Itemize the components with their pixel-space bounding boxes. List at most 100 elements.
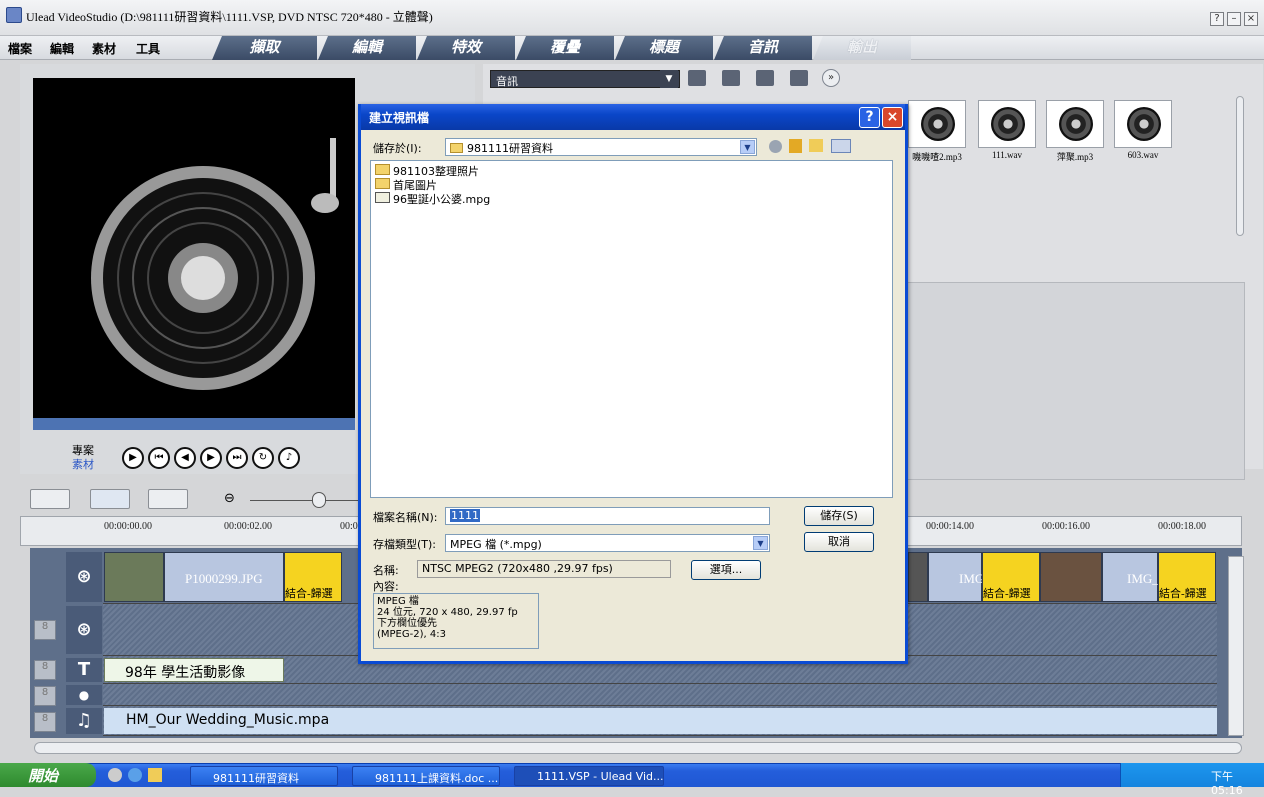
transition-clip[interactable]: 結合-歸選 (284, 552, 342, 602)
options-panel (905, 282, 1245, 480)
music-clip[interactable]: HM_Our Wedding_Music.mpa (104, 708, 1217, 734)
video-thumbnail[interactable] (104, 552, 164, 602)
cancel-button[interactable]: 取消 (804, 532, 874, 552)
storyboard-view-icon[interactable] (30, 489, 70, 509)
close-icon[interactable]: × (882, 107, 903, 128)
library-thumb-1[interactable] (908, 100, 966, 148)
timeline-view-icon[interactable] (90, 489, 130, 509)
expand-icon[interactable]: » (822, 69, 840, 87)
volume-icon[interactable]: ♪ (278, 447, 300, 469)
list-view-icon[interactable] (756, 70, 774, 86)
start-button[interactable]: 開始 (0, 763, 96, 787)
taskbar-item-doc[interactable]: 981111上課資料.doc ... (352, 766, 500, 786)
language-bar[interactable] (890, 768, 1000, 782)
new-folder-icon[interactable] (809, 139, 823, 152)
video-clip[interactable]: IMG_ (1102, 552, 1159, 602)
voice-track[interactable] (103, 684, 1217, 706)
chevron-down-icon[interactable]: ▼ (753, 536, 768, 550)
library-thumb-2[interactable] (978, 100, 1036, 148)
up-folder-icon[interactable] (789, 139, 802, 153)
home-icon[interactable]: ⏮ (148, 447, 170, 469)
quicklaunch-icon[interactable] (108, 768, 122, 782)
lock-icon[interactable]: 8 (34, 686, 56, 706)
save-in-label: 儲存於(I): (373, 142, 422, 155)
timeline-vscroll[interactable] (1228, 556, 1244, 736)
transition-clip[interactable]: 結合-歸選 (982, 552, 1040, 602)
transition-clip[interactable]: 結合-歸選 (1158, 552, 1216, 602)
menu-file[interactable]: 檔案 (8, 40, 32, 57)
menu-tools[interactable]: 工具 (136, 40, 160, 57)
menu-clip[interactable]: 素材 (92, 40, 116, 57)
filename-input[interactable]: 1111 (445, 507, 770, 525)
help-icon[interactable]: ? (859, 107, 880, 128)
import-icon[interactable] (722, 70, 740, 86)
video-thumbnail[interactable] (908, 552, 928, 602)
tab-effect[interactable]: 特效 (417, 36, 515, 60)
browser-icon[interactable] (128, 768, 142, 782)
tab-audio[interactable]: 音訊 (714, 36, 812, 60)
preview-window (33, 78, 355, 418)
play-icon[interactable]: ▶ (122, 447, 144, 469)
audio-view-icon[interactable] (148, 489, 188, 509)
content-box: MPEG 檔 24 位元, 720 x 480, 29.97 fp 下方欄位優先… (373, 593, 539, 649)
list-item[interactable]: 96聖誕小公婆.mpg (375, 191, 490, 207)
zoom-slider-handle[interactable] (312, 492, 326, 508)
tab-capture[interactable]: 擷取 (212, 36, 317, 60)
title-clip[interactable]: 98年 學生活動影像 (104, 658, 284, 682)
file-list[interactable]: 981103整理照片 首尾圖片 96聖誕小公婆.mpg (370, 160, 893, 498)
content-line: MPEG 檔 (377, 596, 419, 607)
timeline-hscroll[interactable] (34, 742, 1242, 754)
video-track-icon: ⊛ (66, 552, 102, 602)
tab-title[interactable]: 標題 (615, 36, 713, 60)
menu-edit[interactable]: 編輯 (50, 40, 74, 57)
library-thumb-3[interactable] (1046, 100, 1104, 148)
save-video-dialog: 建立視訊檔 ? × 儲存於(I): 981111研習資料 ▼ 981103整理照… (358, 104, 908, 664)
library-category-select[interactable]: 音訊 (490, 70, 680, 88)
audio-speaker-icon (91, 138, 339, 390)
previous-frame-icon[interactable]: ◀ (174, 447, 196, 469)
chevron-down-icon[interactable]: ▼ (740, 140, 755, 154)
save-button[interactable]: 儲存(S) (804, 506, 874, 526)
tab-edit[interactable]: 編輯 (318, 36, 416, 60)
clock[interactable]: 下午 05:16 (1211, 770, 1243, 797)
preview-scrubber[interactable] (33, 418, 355, 430)
filename-label: 檔案名稱(N): (373, 511, 438, 524)
back-icon[interactable] (769, 140, 782, 153)
content-line: 下方欄位優先 (377, 618, 437, 629)
folder-icon[interactable] (688, 70, 706, 86)
save-in-select[interactable]: 981111研習資料 ▼ (445, 138, 757, 156)
music-track-icon: ♫ (66, 708, 102, 734)
library-label-4: 603.wav (1127, 150, 1159, 160)
options-icon[interactable] (790, 70, 808, 86)
chevron-down-icon[interactable]: ▼ (660, 70, 678, 88)
video-clip[interactable]: IMG_ (928, 552, 991, 602)
taskbar-item-folder[interactable]: 981111研習資料 (190, 766, 338, 786)
video-thumbnail[interactable] (1040, 552, 1102, 602)
repeat-icon[interactable]: ↻ (252, 447, 274, 469)
ruler-tick: 00:00:00.00 (104, 521, 153, 532)
title-track-icon: T (66, 658, 102, 682)
clip-mode-label[interactable]: 素材 (72, 456, 94, 472)
zoom-out-icon[interactable]: ⊖ (224, 491, 235, 506)
options-button[interactable]: 選項... (691, 560, 761, 580)
tab-share[interactable]: 輸出 (813, 36, 911, 60)
zoom-slider-track[interactable] (250, 500, 360, 501)
lock-icon[interactable]: 8 (34, 712, 56, 732)
end-icon[interactable]: ⏭ (226, 447, 248, 469)
close-button[interactable]: × (1244, 12, 1258, 26)
library-thumb-4[interactable] (1114, 100, 1172, 148)
app-icon (6, 7, 22, 23)
folder-icon[interactable] (148, 768, 162, 782)
filetype-select[interactable]: MPEG 檔 (*.mpg) ▼ (445, 534, 770, 552)
tab-overlay[interactable]: 覆疊 (516, 36, 614, 60)
library-scrollbar[interactable] (1236, 96, 1244, 236)
minimize-button[interactable]: – (1227, 12, 1241, 26)
lock-icon[interactable]: 8 (34, 620, 56, 640)
lock-icon[interactable]: 8 (34, 660, 56, 680)
next-frame-icon[interactable]: ▶ (200, 447, 222, 469)
name-label: 名稱: (373, 564, 399, 577)
view-menu-icon[interactable] (831, 139, 851, 153)
video-clip[interactable]: P1000299.JPG (164, 552, 284, 602)
taskbar-item-videostudio[interactable]: 1111.VSP - Ulead Vid... (514, 766, 664, 786)
help-button[interactable]: ? (1210, 12, 1224, 26)
